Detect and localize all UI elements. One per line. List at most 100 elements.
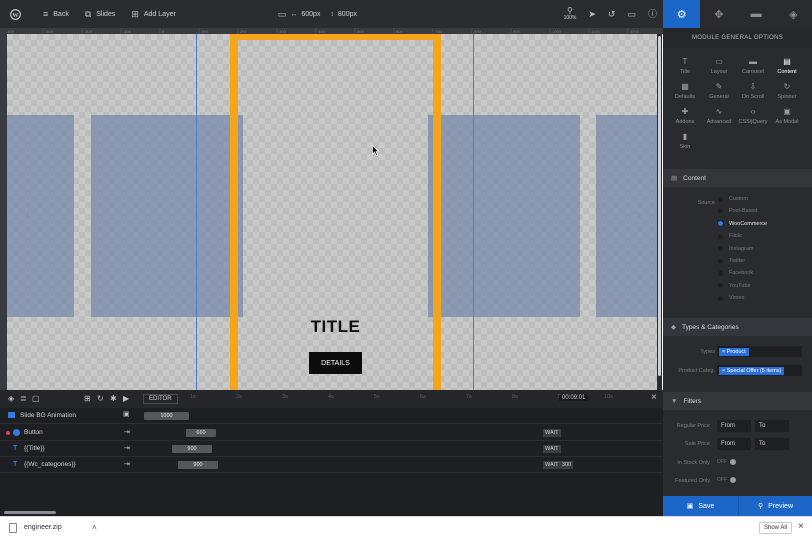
tab-navigation[interactable]: ✥ [700,0,737,28]
source-option-post-based[interactable]: Post-Based [718,208,757,214]
option-defaults[interactable]: ▦ Defaults [667,83,703,101]
title-duration-bar[interactable]: 900 [172,444,212,453]
details-button-layer[interactable]: DETAILS [309,352,362,374]
sale-price-from-input[interactable]: From [717,438,751,450]
slide-canvas[interactable]: ‹ › TITLE DETAILS [7,34,661,390]
categories-duration-bar[interactable]: 900 [178,460,218,469]
source-option-woocommerce[interactable]: WooCommerce [718,221,767,227]
types-section-header[interactable]: ◆ Types & Categories [663,318,812,336]
close-download-bar-icon[interactable]: × [798,521,804,532]
button-wait-tag[interactable]: WAIT [543,428,561,437]
filters-section-header[interactable]: ▼ Filters [663,392,812,410]
timeline-row-button[interactable]: Button ⇥ 660 WAIT [0,425,663,441]
show-all-button[interactable]: Show All [759,522,793,534]
product-categ-chip[interactable]: × Special Offer (5 items) [719,366,785,375]
canvas-scrollbar-thumb[interactable] [658,36,661,376]
button-duration-bar[interactable]: 660 [186,428,216,437]
image-icon[interactable]: ▣ [123,411,130,418]
settings-icon[interactable]: ✱ [110,395,117,403]
help-button[interactable]: ⓘ [642,0,663,28]
slide-bg-duration-bar[interactable]: 1000 [144,411,189,420]
source-option-custom[interactable]: Custom [718,196,748,202]
radio-dot[interactable] [718,246,723,252]
back-button[interactable]: ≡ Back [35,0,77,28]
loop-icon[interactable]: ↻ [97,395,104,403]
device-selector[interactable]: ▭ ↔ 600px ↕ 800px [270,0,365,28]
in-stock-toggle[interactable]: OFF [717,459,736,465]
option-skin[interactable]: ▮ Skin [667,133,703,151]
radio-dot[interactable] [718,270,723,276]
wordpress-logo-icon[interactable]: W [0,0,31,28]
featured-only-toggle[interactable]: OFF [717,477,736,483]
radio-dot[interactable] [718,221,723,227]
timeline-row-title[interactable]: T {{Title}} ⇥ 900 WAIT [0,441,663,457]
guide-line-right[interactable] [473,34,474,390]
source-option-flickr[interactable]: Flickr [718,233,742,239]
canvas-scrollbar[interactable] [657,34,662,390]
product-categ-field[interactable]: × Special Offer (5 items) [717,365,802,376]
categories-end-tag[interactable]: 300 [560,460,574,469]
radio-dot[interactable] [718,233,723,239]
option-advanced[interactable]: ∿ Advanced [701,108,737,126]
list-icon[interactable]: ≣ [20,395,27,403]
slides-button[interactable]: ⧉ Slides [77,0,124,28]
layers-icon[interactable]: ◈ [8,395,14,403]
preview-device-button[interactable]: ▭ [621,0,642,28]
option-content[interactable]: ▤ Content [769,58,805,76]
close-timeline-icon[interactable]: × [651,393,657,403]
zoom-button[interactable]: ⚲ 100% [558,0,583,28]
carousel-slide-right[interactable] [428,115,580,317]
radio-dot[interactable] [718,196,723,202]
timeline-current-time[interactable]: 00:09:01 [559,395,589,401]
source-option-instagram[interactable]: Instagram [718,246,753,252]
carousel-slide-left[interactable] [91,115,243,317]
radio-dot[interactable] [718,258,723,264]
undo-button[interactable]: ↺ [602,0,622,28]
option-spinner[interactable]: ↻ Spinner [769,83,805,101]
option-css-jquery[interactable]: ‹› CSS/jQuery [735,108,771,126]
preview-button[interactable]: ⚲ Preview [738,496,812,516]
play-icon[interactable]: ▶ [123,395,129,403]
tab-layers[interactable]: ◈ [775,0,812,28]
categories-wait-tag[interactable]: WAIT [543,460,561,469]
option-on-scroll[interactable]: ⇩ On Scroll [735,83,771,101]
regular-price-from-input[interactable]: From [717,420,751,432]
types-chip[interactable]: × Product [719,347,749,356]
chevron-up-icon[interactable]: ˄ [92,523,97,532]
title-wait-tag[interactable]: WAIT [543,444,561,453]
timeline-scrollbar[interactable] [4,511,56,514]
source-option-twitter[interactable]: Twitter [718,258,745,264]
align-end-icon[interactable]: ⇥ [124,461,130,468]
carousel-prev-arrow-icon[interactable]: ‹ [25,206,30,224]
option-carousel[interactable]: ▬ Carousel [735,58,771,76]
regular-price-to-input[interactable]: To [755,420,789,432]
editor-label[interactable]: EDITOR [143,394,178,404]
radio-dot[interactable] [718,283,723,289]
types-field[interactable]: × Product [717,346,802,357]
tab-slide[interactable]: ▬ [738,0,775,28]
grid-icon[interactable]: ⊞ [84,395,91,403]
carousel-next-arrow-icon[interactable]: › [636,206,641,224]
option-addons[interactable]: ✚ Addons [667,108,703,126]
option-as-modal[interactable]: ▣ As Modal [769,108,805,126]
folder-icon[interactable]: ▢ [32,395,40,403]
align-end-icon[interactable]: ⇥ [124,429,130,436]
radio-dot[interactable] [718,295,723,301]
add-layer-button[interactable]: ⊞ Add Layer [123,0,183,28]
cursor-tool-button[interactable]: ➤ [582,0,602,28]
sale-price-to-input[interactable]: To [755,438,789,450]
download-file-name[interactable]: engineer.zip [24,524,62,531]
canvas-width-value[interactable]: 600px [301,11,320,18]
option-title[interactable]: T Title [667,58,703,76]
timeline-row-slide-bg[interactable]: Slide BG Animation ▣ 1000 [0,408,663,424]
radio-dot[interactable] [718,208,723,214]
content-section-header[interactable]: ▤ Content [663,169,812,187]
save-button[interactable]: ▣ Save [663,496,738,516]
carousel-slide-far-left[interactable] [7,115,74,317]
tab-module-settings[interactable]: ⚙ [663,0,701,28]
option-general[interactable]: ✎ General [701,83,737,101]
carousel-slide-far-right[interactable] [596,115,661,317]
align-end-icon[interactable]: ⇥ [124,445,130,452]
source-option-youtube[interactable]: YouTube [718,283,751,289]
slide-title-layer[interactable]: TITLE [237,317,434,337]
